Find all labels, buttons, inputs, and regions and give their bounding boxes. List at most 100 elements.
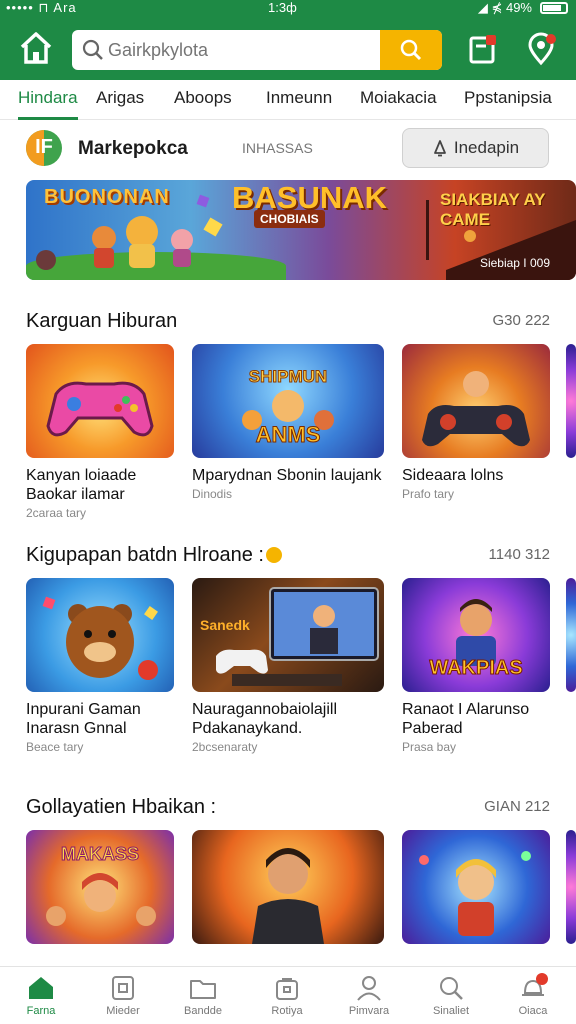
home-button[interactable] (16, 28, 56, 68)
game-card[interactable]: Inpurani Gaman Inarasn Gnnal Beace tary (26, 578, 174, 754)
search-icon (82, 39, 103, 60)
game-meta: Prafo tary (402, 487, 455, 501)
bear-character-image (42, 596, 158, 680)
game-card[interactable]: Kanyan loiaade Baokar ilamar 2caraa tary (26, 344, 174, 520)
section-title: Kigupapan batdn Hlroane : (26, 544, 282, 567)
nav-item-farna[interactable]: Farna (6, 975, 76, 1017)
home-icon (29, 977, 53, 999)
profile-icon (357, 976, 381, 1001)
tab-arigas[interactable]: Arigas (96, 80, 144, 120)
nav-item-pimvara[interactable]: Pimvara (334, 975, 404, 1017)
game-thumbnail (26, 344, 174, 458)
game-thumbnail (402, 344, 550, 458)
game-meta: 2bcsenaraty (192, 740, 258, 754)
game-card[interactable] (402, 830, 550, 944)
game-title: Mparydnan Sbonin laujank (192, 467, 382, 484)
armored-hero-image (252, 848, 324, 944)
store-action-label: Inedapin (453, 138, 520, 157)
status-bar: ••••• ⊓ Ara 1:3ф ◢ ⋠ 49% (0, 0, 576, 18)
nav-item-sinaliet[interactable]: Sinaliet (416, 975, 486, 1017)
svg-text:SHIPMUN: SHIPMUN (249, 367, 327, 386)
adventure-character-image (419, 851, 531, 936)
nav-label: Pimvara (348, 1005, 390, 1017)
promo-banner[interactable]: BUONONAN BASUNAK CHOBIAIS SIAKBIAY AY CA… (26, 180, 576, 280)
search-icon (440, 977, 463, 1000)
game-card[interactable]: Sideaara lolns Prafo tary (402, 344, 550, 501)
location-button[interactable] (524, 32, 558, 66)
svg-text:MAKASS: MAKASS (61, 844, 139, 864)
nav-label: Oiaca (518, 1005, 548, 1017)
store-action-button[interactable]: Inedapin (402, 128, 549, 168)
section-count[interactable]: 1140 312 (489, 546, 550, 563)
section-title: Gollayatien Hbaikan : (26, 796, 217, 818)
bell-icon (433, 140, 446, 157)
game-card-peek[interactable] (566, 344, 576, 458)
bottom-navigation: Farna Mieder Bandde Rotiya Pimvara Sinal… (0, 966, 576, 1024)
tab-ppstanipsia[interactable]: Ppstanipsia (464, 80, 552, 120)
game-thumbnail: MAKASS (26, 830, 174, 944)
app-header: ••••• ⊓ Ara 1:3ф ◢ ⋠ 49% (0, 0, 576, 80)
home-icon (20, 32, 52, 64)
bookmark-icon (469, 35, 496, 64)
game-title: Kanyan loiaade Baokar ilamar (26, 467, 137, 503)
hero-character-image: WAKPIAS (429, 599, 523, 680)
tab-aboops[interactable]: Aboops (174, 80, 232, 120)
tab-moiakacia[interactable]: Moiakacia (360, 80, 437, 120)
nav-item-oiaca[interactable]: Oiaca (498, 973, 568, 1017)
game-thumbnail: Sanedk (192, 578, 384, 692)
game-thumbnail: WAKPIAS (402, 578, 550, 692)
nav-label: Sinaliet (432, 1005, 470, 1017)
status-time: 1:3ф (268, 0, 297, 15)
game-card[interactable]: SHIPMUN ANMS Mparydnan Sbonin laujank Di… (192, 344, 384, 501)
game-card[interactable]: WAKPIAS Ranaot I Alarunso Paberad Prasa … (402, 578, 550, 754)
tab-inmeunn[interactable]: Inmeunn (266, 80, 332, 120)
banner-title-right: SIAKBIAY AY CAME (440, 190, 546, 229)
section-count[interactable]: GІAN 212 (484, 798, 550, 815)
kids-characters-image: MAKASS (46, 844, 156, 926)
status-battery-text: ◢ ⋠ 49% (477, 0, 532, 15)
media-icon (112, 976, 134, 1000)
store-name: Markepokca (78, 138, 188, 159)
search-icon (400, 39, 422, 61)
game-thumbnail (26, 578, 174, 692)
game-card[interactable] (192, 830, 384, 944)
banner-title-left: BUONONAN (44, 186, 170, 208)
nav-label: Farna (26, 1005, 56, 1017)
svg-text:Sanedk: Sanedk (200, 617, 250, 633)
nav-label: Mieder (106, 1005, 140, 1017)
game-card[interactable]: MAKASS (26, 830, 174, 944)
nav-item-rotiya[interactable]: Rotiya (252, 975, 322, 1017)
section-count[interactable]: G30 222 (492, 312, 550, 329)
game-card[interactable]: Sanedk Nauragannobaiolajill Pdakanaykand… (192, 578, 384, 754)
game-thumbnail (566, 344, 576, 458)
store-brand-row: IF Markepokca INHASSAS Inedapin (0, 124, 576, 174)
banner-title-tag: CHOBIAIS (254, 210, 325, 228)
search-bar[interactable] (72, 30, 442, 70)
game-thumbnail (192, 830, 384, 944)
search-input[interactable] (108, 30, 378, 70)
game-title: Nauragannobaiolajill Pdakanaykand. (192, 701, 337, 737)
search-button[interactable] (380, 30, 442, 70)
game-meta: Beace tary (26, 740, 84, 754)
tab-hindara[interactable]: Hindara (18, 80, 78, 120)
game-title: Ranaot I Alarunso Paberad (402, 701, 530, 737)
nav-item-mieder[interactable]: Mieder (88, 975, 158, 1017)
game-meta: Dinodis (192, 487, 233, 501)
battery-icon (540, 2, 568, 14)
store-logo: IF (26, 130, 62, 166)
game-card-peek[interactable] (566, 830, 576, 944)
game-art-image: SHIPMUN ANMS (242, 367, 334, 448)
game-thumbnail (402, 830, 550, 944)
gamepad-icon (46, 381, 154, 437)
nav-label: Rotiya (271, 1005, 303, 1017)
category-tabs: Hindara Arigas Aboops Inmeunn Moiakacia … (0, 80, 576, 120)
bookmark-button[interactable] (466, 32, 500, 66)
game-thumbnail (566, 578, 576, 692)
nav-item-bandde[interactable]: Bandde (168, 975, 238, 1017)
nav-label: Bandde (184, 1005, 222, 1017)
location-icon (528, 32, 556, 66)
svg-text:ANMS: ANMS (256, 422, 321, 447)
svg-text:WAKPIAS: WAKPIAS (429, 657, 522, 679)
game-card-peek[interactable] (566, 578, 576, 692)
game-title: Inpurani Gaman Inarasn Gnnal (26, 701, 141, 737)
